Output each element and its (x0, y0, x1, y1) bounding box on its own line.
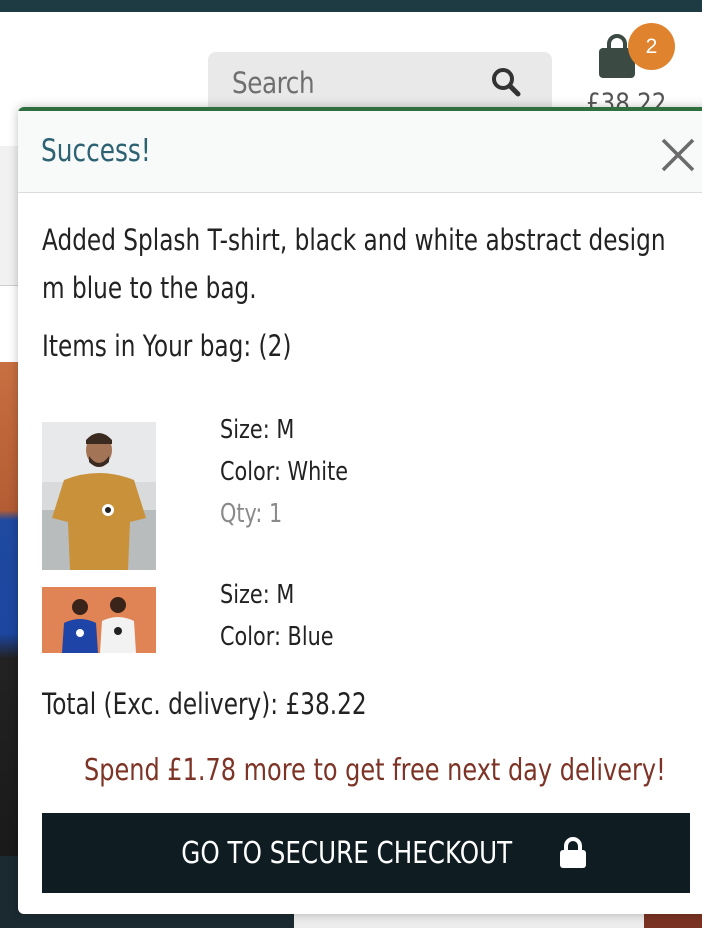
search-input[interactable]: Search (208, 52, 552, 112)
background-footer-grey (294, 912, 644, 928)
background-footer-accent (644, 912, 702, 928)
item-1-color: Color: White (220, 457, 349, 487)
bag-items-count: Items in Your bag: (2) (42, 329, 292, 363)
item-1-size: Size: M (220, 415, 295, 445)
checkout-button-label: GO TO SECURE CHECKOUT (181, 835, 513, 871)
background-product-photo (0, 362, 20, 856)
success-toast: Success! Added Splash T-shirt, black and… (18, 107, 702, 914)
search-icon[interactable] (490, 66, 522, 98)
secure-checkout-button[interactable]: GO TO SECURE CHECKOUT (42, 813, 690, 893)
product-thumbnail[interactable] (42, 422, 156, 570)
toast-header: Success! (18, 111, 702, 193)
search-placeholder: Search (232, 66, 315, 100)
toast-message-line-1: Added Splash T-shirt, black and white ab… (42, 223, 666, 257)
bag-count-badge: 2 (628, 23, 675, 70)
item-2-size: Size: M (220, 580, 295, 610)
toast-message-line-2: m blue to the bag. (42, 271, 257, 305)
item-2-color: Color: Blue (220, 622, 334, 652)
toast-title: Success! (41, 133, 151, 169)
background-panel (0, 146, 20, 286)
free-delivery-notice: Spend £1.78 more to get free next day de… (84, 753, 666, 788)
close-icon[interactable] (658, 135, 698, 175)
bag-total-line: Total (Exc. delivery): £38.22 (42, 687, 367, 721)
item-1-qty: Qty: 1 (220, 499, 283, 529)
top-header-strip (0, 0, 702, 12)
product-thumbnail[interactable] (42, 587, 156, 653)
lock-icon (559, 837, 586, 868)
